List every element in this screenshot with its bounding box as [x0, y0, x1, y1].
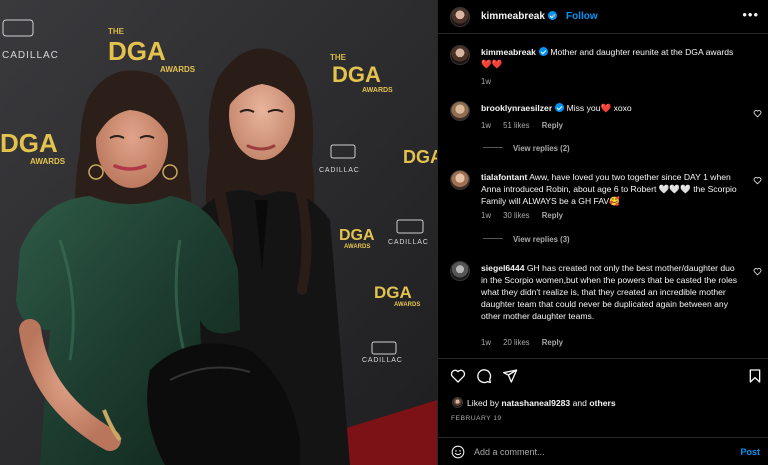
comment-body: Miss you — [566, 103, 601, 113]
comment-text: brooklynraesilzer Miss you❤️ xoxo — [481, 102, 741, 114]
share-icon[interactable] — [502, 368, 518, 384]
post-button[interactable]: Post — [740, 447, 760, 457]
verified-icon — [555, 103, 565, 112]
logo-cadillac-text: CADILLAC — [319, 167, 360, 174]
avatar[interactable] — [450, 101, 470, 121]
avatar[interactable] — [452, 397, 463, 408]
more-icon[interactable]: ••• — [742, 7, 759, 22]
logo-awards-text: AWARDS — [160, 65, 196, 74]
post-photo-illustration: THE DGA AWARDS THE DGA AWARDS DGA AWARDS… — [0, 0, 437, 465]
post-date: FEBRUARY 19 — [451, 415, 502, 422]
caption-emoji: ❤️❤️ — [481, 59, 503, 69]
avatar[interactable] — [450, 45, 470, 65]
comment-time: 1w — [481, 338, 491, 347]
liked-by-others[interactable]: others — [589, 398, 615, 408]
dga-logo: DGA AWARDS — [339, 227, 375, 250]
heart-icon[interactable] — [753, 176, 762, 185]
liked-by: Liked by natashaneal9283 and others — [452, 397, 616, 408]
logo-awards-text: AWARDS — [344, 244, 370, 250]
comment-text: siegel6444 GH has created not only the b… — [481, 262, 741, 322]
comment-likes[interactable]: 51 likes — [503, 121, 529, 130]
comment-meta: 1w 30 likes Reply — [481, 211, 573, 220]
comment-input[interactable] — [474, 444, 714, 460]
dga-logo: DGA — [403, 147, 437, 167]
follow-button[interactable]: Follow — [566, 11, 598, 22]
logo-cadillac-text: CADILLAC — [362, 357, 403, 364]
logo-dga-text: DGA — [403, 147, 437, 167]
logo-awards-text: AWARDS — [362, 87, 393, 94]
heart-icon[interactable] — [753, 109, 762, 118]
emoji-icon[interactable] — [451, 445, 465, 459]
author-username-text[interactable]: kimmeabreak — [481, 11, 545, 22]
caption-meta: 1w — [481, 77, 501, 86]
logo-awards-text: AWARDS — [30, 157, 66, 166]
comment-text: tialafontant Aww, have loved you two tog… — [481, 171, 741, 207]
avatar[interactable] — [450, 170, 470, 190]
verified-icon — [538, 47, 548, 56]
logo-awards-text: AWARDS — [394, 302, 420, 308]
post-details-panel: kimmeabreak • Follow ••• kimmeabreak Mot… — [437, 0, 768, 465]
heart-icon[interactable] — [753, 267, 762, 276]
comment-username[interactable]: brooklynraesilzer — [481, 103, 552, 113]
avatar[interactable] — [450, 261, 470, 281]
caption-body: Mother and daughter reunite at the DGA a… — [550, 47, 734, 57]
liked-by-username[interactable]: natashaneal9283 — [501, 398, 570, 408]
comment-meta: 1w 20 likes Reply — [481, 338, 573, 347]
comment-emoji: ❤️ — [600, 103, 612, 113]
post-actions: Liked by natashaneal9283 and others FEBR… — [438, 358, 768, 428]
comment-body-end: xoxo — [613, 103, 632, 113]
post-photo[interactable]: THE DGA AWARDS THE DGA AWARDS DGA AWARDS… — [0, 0, 437, 465]
view-replies-button[interactable]: View replies (3) — [483, 235, 570, 244]
author-username[interactable]: kimmeabreak — [481, 11, 557, 22]
comment-icon[interactable] — [476, 368, 492, 384]
logo-dga-text: DGA — [108, 36, 166, 66]
logo-dga-text: DGA — [0, 128, 58, 158]
comment-emoji-end: 🥰 — [609, 196, 620, 206]
reply-button[interactable]: Reply — [542, 338, 563, 347]
reply-button[interactable]: Reply — [542, 211, 563, 220]
logo-cadillac-text: CADILLAC — [2, 50, 59, 61]
avatar[interactable] — [450, 7, 470, 27]
post-header: kimmeabreak • Follow ••• — [438, 0, 768, 34]
comment-time: 1w — [481, 211, 491, 220]
reply-button[interactable]: Reply — [542, 121, 563, 130]
comment-username[interactable]: tialafontant — [481, 172, 527, 182]
comment-time: 1w — [481, 121, 491, 130]
logo-cadillac-text: CADILLAC — [388, 239, 429, 246]
liked-by-and: and — [572, 398, 587, 408]
logo-dga-text: DGA — [332, 62, 381, 87]
heart-icon[interactable] — [450, 368, 466, 384]
comment-emoji: 🤍🤍🤍 — [658, 184, 691, 194]
caption-text: kimmeabreak Mother and daughter reunite … — [481, 46, 741, 70]
logo-the-text: THE — [330, 53, 347, 62]
comment-likes[interactable]: 30 likes — [503, 211, 529, 220]
comment-meta: 1w 51 likes Reply — [481, 121, 573, 130]
add-comment-bar: Post — [438, 437, 768, 465]
separator-dot: • — [552, 11, 556, 22]
logo-dga-text: DGA — [339, 227, 375, 244]
caption-time: 1w — [481, 77, 491, 86]
comment-likes[interactable]: 20 likes — [503, 338, 529, 347]
liked-by-prefix: Liked by — [467, 398, 500, 408]
view-replies-button[interactable]: View replies (2) — [483, 144, 570, 153]
bookmark-icon[interactable] — [747, 368, 763, 384]
comment-username[interactable]: siegel6444 — [481, 263, 524, 273]
logo-dga-text: DGA — [374, 283, 412, 302]
logo-the-text: THE — [108, 27, 125, 36]
caption-username[interactable]: kimmeabreak — [481, 47, 536, 57]
